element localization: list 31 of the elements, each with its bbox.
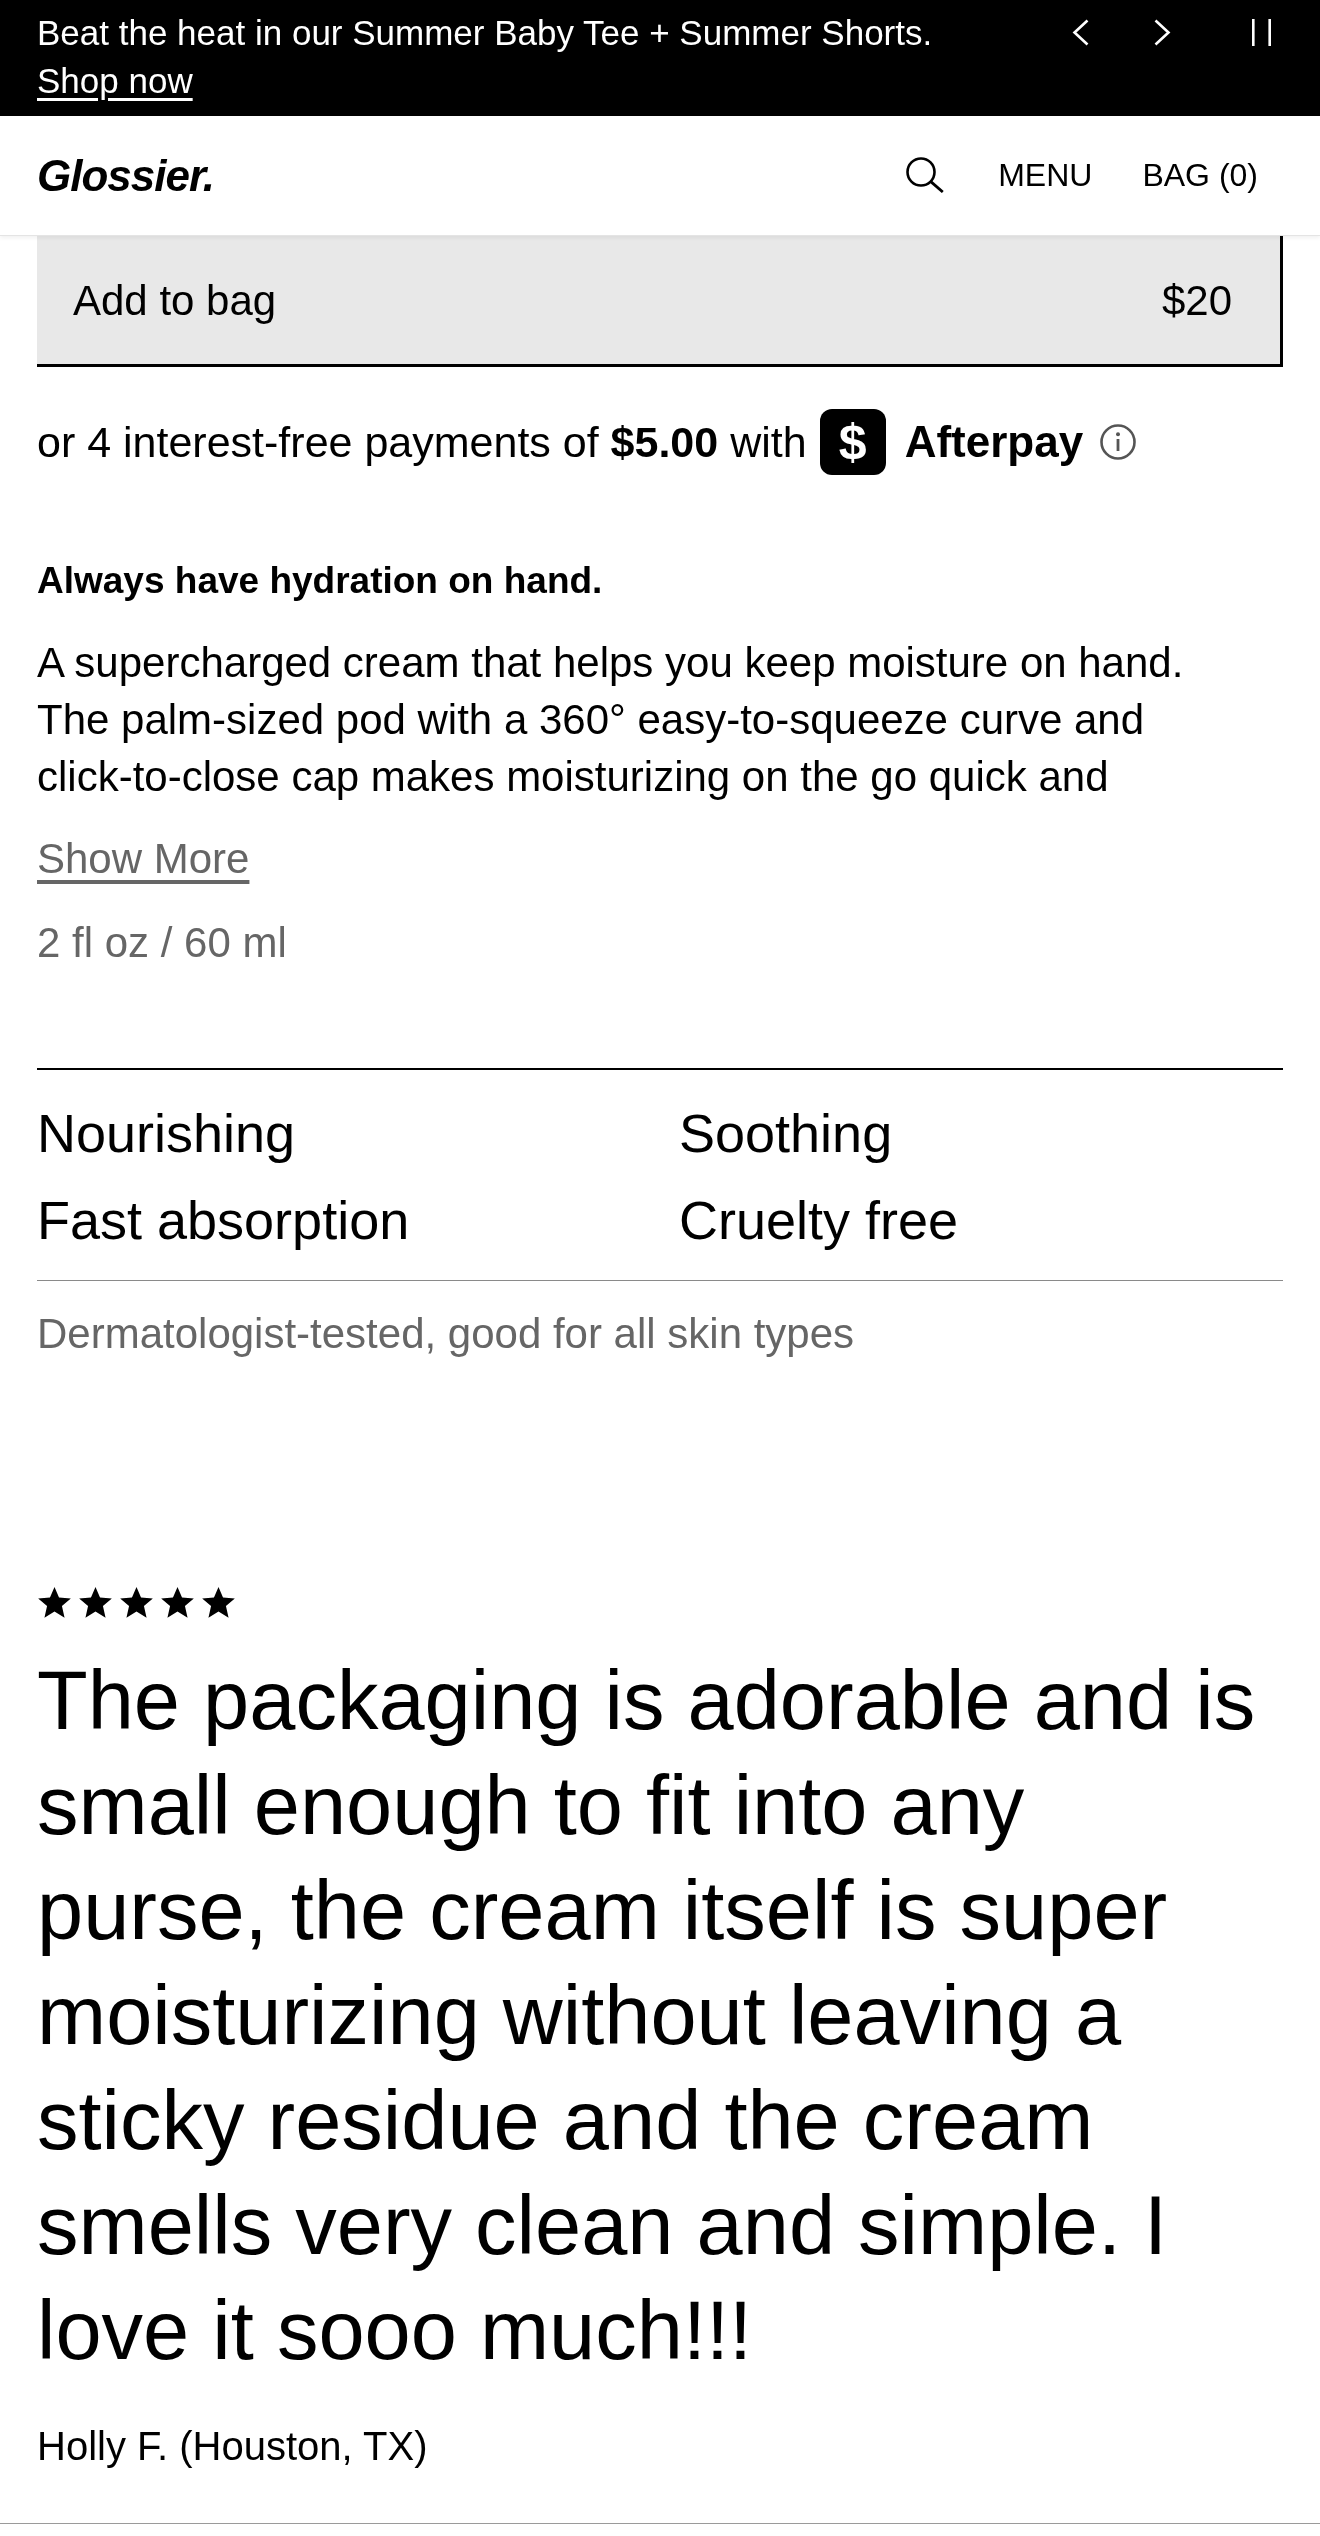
star-icon xyxy=(201,1586,236,1620)
announcement-text: Beat the heat in our Summer Baby Tee + Summer Shorts. xyxy=(37,12,933,54)
search-button[interactable] xyxy=(906,157,945,194)
logo[interactable]: Glossier. xyxy=(37,153,214,198)
star-icon xyxy=(119,1586,154,1620)
benefit-text: Cruelty free xyxy=(679,1189,959,1252)
menu-button[interactable]: MENU xyxy=(998,156,1093,195)
product-description: A supercharged cream that helps you keep moisture on hand. The palm-sized pod with a 360° easy-to-squeeze curve and click-to-close cap makes moisturizing on the go quick and xyxy=(37,638,1185,802)
search-icon xyxy=(906,157,945,194)
review-quote: The packaging is adorable and is small enough to fit into any purse, the cream itself is super moisturizing without leaving a sticky residue and the cream smells very clean and simple. I love it sooo much!!! xyxy=(37,1653,1257,2379)
benefit-text: Fast absorption xyxy=(37,1189,410,1252)
bag-button[interactable]: BAG (0) xyxy=(1142,156,1258,195)
benefit-text: Nourishing xyxy=(37,1102,296,1165)
chevron-right-icon xyxy=(1153,18,1171,46)
star-icon xyxy=(160,1586,195,1620)
product-tagline: Always have hydration on hand. xyxy=(37,559,603,603)
show-more-link[interactable]: Show More xyxy=(37,831,250,887)
reviewer-name: Holly F. (Houston, TX) xyxy=(37,2423,428,2470)
installment-text: or 4 interest-free payments of $5.00 with xyxy=(37,416,807,468)
pause-icon xyxy=(1251,18,1271,46)
product-size: 2 fl oz / 60 ml xyxy=(37,918,287,968)
info-icon[interactable] xyxy=(1100,424,1137,460)
benefit-text: Soothing xyxy=(679,1102,893,1165)
dollar-sign-icon: $ xyxy=(819,409,886,475)
benefits-note: Dermatologist-tested, good for all skin types xyxy=(37,1309,855,1359)
star-icon xyxy=(37,1586,72,1620)
star-icon xyxy=(78,1586,113,1620)
provider-name: Afterpay xyxy=(904,416,1084,468)
chevron-left-icon xyxy=(1071,18,1089,46)
shop-now-link[interactable]: Shop now xyxy=(37,61,193,100)
add-to-bag-button[interactable]: Add to bag $20 xyxy=(37,236,1283,367)
